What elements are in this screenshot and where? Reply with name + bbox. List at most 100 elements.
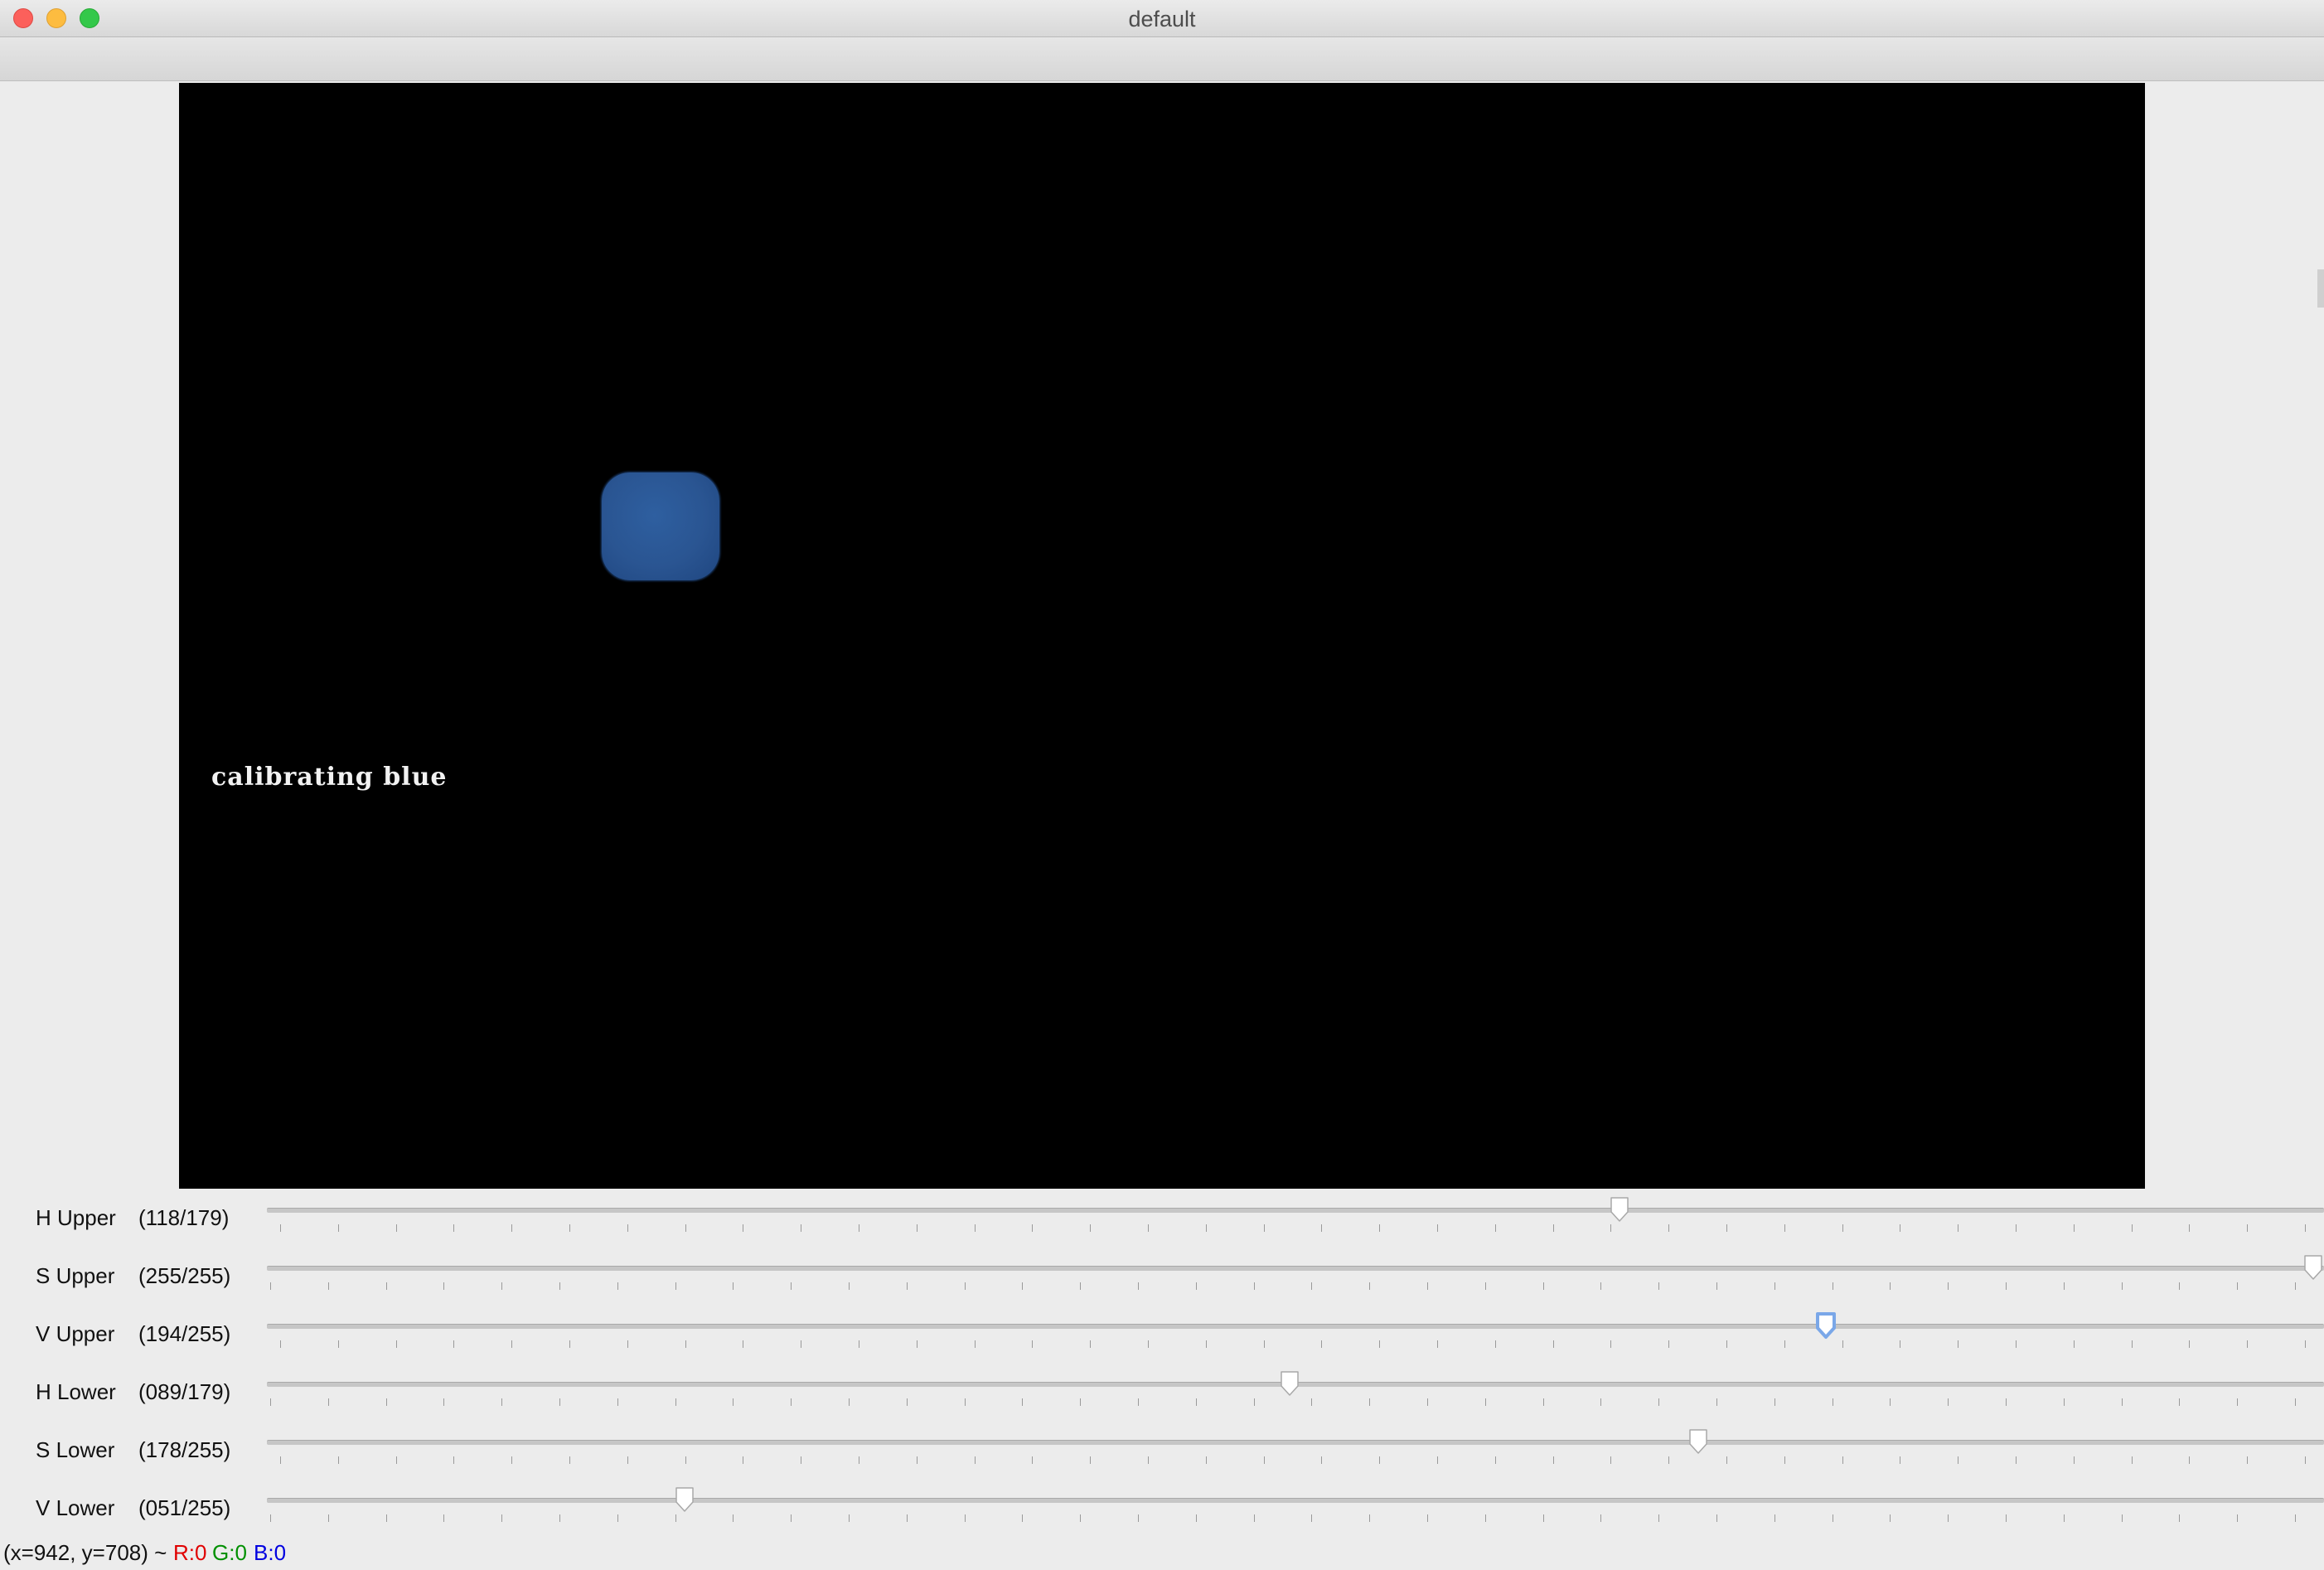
calibration-status-text: calibrating blue [211, 763, 448, 792]
tick-mark [906, 1514, 908, 1522]
trackbar-groove[interactable] [267, 1498, 2324, 1503]
tick-mark [906, 1282, 908, 1290]
tick-mark [2131, 1340, 2133, 1348]
tick-mark [1080, 1398, 1082, 1406]
tick-mark [2121, 1282, 2123, 1290]
tick-mark [280, 1224, 281, 1232]
trackbar-groove[interactable] [267, 1208, 2324, 1213]
tick-mark [569, 1224, 570, 1232]
tick-mark [2063, 1282, 2065, 1290]
trackbar-label: V Upper [36, 1321, 115, 1346]
trackbar-label: H Upper [36, 1205, 116, 1230]
tick-mark [1263, 1340, 1265, 1348]
tick-mark [1842, 1340, 1843, 1348]
tick-mark [974, 1340, 976, 1348]
tick-mark [849, 1282, 850, 1290]
tick-mark [443, 1514, 445, 1522]
tick-mark [1253, 1282, 1255, 1290]
tick-mark [1774, 1514, 1775, 1522]
trackbar-handle[interactable] [1279, 1369, 1300, 1398]
tick-mark [1726, 1456, 1727, 1464]
tick-mark [1080, 1282, 1082, 1290]
tick-mark [627, 1224, 628, 1232]
tick-mark [280, 1340, 281, 1348]
trackbar-value: (194/255) [138, 1321, 231, 1346]
tick-mark [2247, 1340, 2249, 1348]
tick-mark [964, 1514, 966, 1522]
tick-mark [1842, 1456, 1843, 1464]
tick-mark [685, 1224, 686, 1232]
tick-mark [1311, 1514, 1313, 1522]
pixel-blue-value: B:0 [254, 1540, 287, 1565]
trackbar-v-lower: V Lower (051/255) [0, 1484, 2324, 1542]
tick-mark [1195, 1398, 1197, 1406]
pixel-green-value: G:0 [212, 1540, 247, 1565]
trackbar-groove[interactable] [267, 1266, 2324, 1271]
tick-mark [2016, 1224, 2017, 1232]
tick-mark [270, 1282, 271, 1290]
tick-mark [1542, 1398, 1544, 1406]
tick-mark [1205, 1456, 1207, 1464]
tick-mark [443, 1398, 445, 1406]
tick-mark [1148, 1456, 1149, 1464]
trackbar-value: (255/255) [138, 1263, 231, 1288]
tick-mark [617, 1514, 618, 1522]
tick-mark [2237, 1514, 2239, 1522]
tick-mark [675, 1514, 676, 1522]
trackbar-ticks [267, 1282, 2324, 1291]
tick-mark [1321, 1224, 1323, 1232]
tick-mark [1138, 1282, 1139, 1290]
image-view[interactable]: calibrating blue [179, 83, 2145, 1189]
tick-mark [501, 1398, 503, 1406]
trackbar-label: S Upper [36, 1263, 115, 1288]
tick-mark [1032, 1340, 1034, 1348]
tick-mark [1716, 1282, 1717, 1290]
trackbar-handle[interactable] [1815, 1311, 1837, 1340]
tick-mark [1022, 1398, 1024, 1406]
tick-mark [1427, 1282, 1428, 1290]
trackbar-handle[interactable] [1609, 1195, 1630, 1224]
trackbar-ticks [267, 1340, 2324, 1349]
tick-mark [1032, 1224, 1034, 1232]
tick-mark [1948, 1514, 1949, 1522]
tick-mark [974, 1224, 976, 1232]
tick-mark [849, 1514, 850, 1522]
tick-mark [1542, 1282, 1544, 1290]
detected-blue-blob [602, 472, 719, 580]
tick-mark [569, 1456, 570, 1464]
trackbar-groove[interactable] [267, 1440, 2324, 1445]
tick-mark [1311, 1282, 1313, 1290]
tick-mark [2179, 1282, 2181, 1290]
tick-mark [1600, 1398, 1602, 1406]
tick-mark [327, 1282, 329, 1290]
title-bar[interactable]: default [0, 0, 2324, 37]
trackbar-handle[interactable] [2302, 1253, 2324, 1282]
tick-mark [1195, 1514, 1197, 1522]
trackbar-handle[interactable] [1687, 1427, 1709, 1456]
trackbar-ticks [267, 1456, 2324, 1465]
tick-mark [1890, 1514, 1891, 1522]
trackbar-handle[interactable] [674, 1485, 695, 1514]
tick-mark [511, 1456, 513, 1464]
tick-mark [675, 1398, 676, 1406]
scroll-indicator[interactable] [2317, 269, 2324, 308]
tick-mark [1552, 1224, 1554, 1232]
tick-mark [1610, 1340, 1612, 1348]
tick-mark [1494, 1456, 1496, 1464]
trackbar-ticks [267, 1514, 2324, 1523]
trackbar-ticks [267, 1398, 2324, 1407]
tick-mark [385, 1398, 387, 1406]
tick-mark [1668, 1340, 1670, 1348]
tick-mark [2295, 1282, 2296, 1290]
tick-mark [1716, 1514, 1717, 1522]
tick-mark [1253, 1398, 1255, 1406]
tick-mark [1484, 1514, 1486, 1522]
tick-mark [1427, 1398, 1428, 1406]
tick-mark [1658, 1282, 1660, 1290]
pixel-red-value: R:0 [173, 1540, 207, 1565]
trackbar-groove[interactable] [267, 1324, 2324, 1329]
tick-mark [906, 1398, 908, 1406]
tick-mark [453, 1340, 455, 1348]
tick-mark [1668, 1224, 1670, 1232]
tick-mark [280, 1456, 281, 1464]
